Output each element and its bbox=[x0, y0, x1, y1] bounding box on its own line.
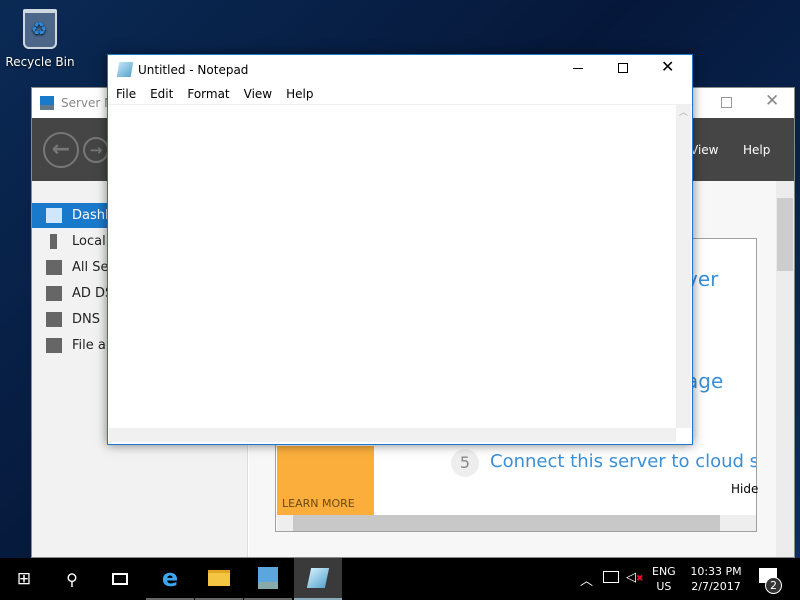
maximize-button[interactable] bbox=[618, 63, 628, 73]
volume-muted-icon[interactable]: ◁✖ bbox=[626, 570, 644, 585]
network-icon[interactable] bbox=[603, 571, 619, 583]
recycle-bin[interactable]: Recycle Bin bbox=[4, 6, 76, 69]
notepad-hscrollbar[interactable] bbox=[109, 428, 676, 442]
minimize-button[interactable] bbox=[573, 68, 583, 69]
clock[interactable]: 10:33 PM 2/7/2017 bbox=[688, 564, 744, 594]
menu-file[interactable]: File bbox=[116, 87, 136, 101]
server-icon bbox=[50, 234, 57, 249]
menu-edit[interactable]: Edit bbox=[150, 87, 173, 101]
menu-format[interactable]: Format bbox=[187, 87, 229, 101]
menu-view[interactable]: View bbox=[690, 143, 718, 157]
step-link-cloud[interactable]: Connect this server to cloud servic bbox=[490, 451, 756, 472]
search-button[interactable]: ⚲ bbox=[48, 558, 96, 600]
task-view-icon bbox=[112, 573, 128, 585]
menu-view[interactable]: View bbox=[244, 87, 272, 101]
taskbar-notepad[interactable] bbox=[294, 558, 342, 600]
start-button[interactable]: ⊞ bbox=[0, 558, 48, 600]
server-manager-icon bbox=[258, 567, 278, 589]
nav-label: File ar bbox=[72, 338, 112, 353]
vscroll-thumb[interactable] bbox=[777, 198, 793, 271]
dashboard-icon bbox=[46, 208, 62, 223]
time: 10:33 PM bbox=[690, 565, 742, 578]
notepad-icon bbox=[116, 62, 134, 77]
panel-hscrollbar[interactable] bbox=[277, 515, 756, 531]
dns-icon bbox=[46, 312, 62, 327]
task-view-button[interactable] bbox=[96, 558, 144, 600]
taskbar: ⊞ ⚲ e ︿ ◁✖ ENG US 10:33 PM 2/7/2017 2 bbox=[0, 558, 800, 600]
hscroll-thumb[interactable] bbox=[293, 515, 720, 531]
internet-explorer-icon: e bbox=[161, 564, 179, 592]
folder-icon bbox=[208, 570, 230, 586]
recycle-bin-icon bbox=[23, 9, 57, 49]
menu-help[interactable]: Help bbox=[743, 143, 770, 157]
server-manager-icon bbox=[40, 96, 54, 110]
taskbar-internet-explorer[interactable]: e bbox=[146, 558, 194, 600]
learn-more-tile[interactable]: LEARN MORE bbox=[277, 446, 374, 515]
notepad-titlebar[interactable]: Untitled - Notepad ✕ bbox=[108, 55, 692, 84]
back-button[interactable]: ← bbox=[43, 132, 79, 168]
notepad-text-area[interactable] bbox=[109, 105, 676, 428]
file-services-icon bbox=[46, 338, 62, 353]
lang-bottom: US bbox=[656, 580, 672, 593]
nav-label: All Se bbox=[72, 260, 109, 275]
menu-help[interactable]: Help bbox=[286, 87, 313, 101]
recycle-bin-label: Recycle Bin bbox=[5, 55, 75, 69]
windows-icon: ⊞ bbox=[16, 569, 32, 589]
notepad-menubar: File Edit Format View Help bbox=[116, 87, 327, 101]
search-icon: ⚲ bbox=[66, 569, 78, 589]
hide-link[interactable]: Hide bbox=[731, 482, 758, 496]
learn-more-link[interactable]: LEARN MORE bbox=[282, 497, 355, 510]
ad-ds-icon bbox=[46, 286, 62, 301]
scroll-up-icon[interactable]: ︿ bbox=[679, 108, 688, 118]
notification-badge: 2 bbox=[765, 577, 782, 594]
forward-button[interactable]: → bbox=[83, 137, 109, 163]
notepad-window[interactable]: Untitled - Notepad ✕ File Edit Format View H… bbox=[107, 54, 693, 445]
step-number: 5 bbox=[451, 449, 479, 477]
content-vscrollbar[interactable] bbox=[776, 181, 794, 557]
notepad-vscrollbar[interactable]: ︿ bbox=[676, 105, 691, 428]
close-button[interactable]: ✕ bbox=[661, 57, 674, 76]
maximize-button[interactable] bbox=[721, 97, 732, 108]
notepad-icon bbox=[306, 568, 330, 588]
lang-top: ENG bbox=[652, 565, 676, 578]
date: 2/7/2017 bbox=[691, 580, 741, 593]
servers-icon bbox=[46, 260, 62, 275]
taskbar-server-manager[interactable] bbox=[244, 558, 292, 600]
language-indicator[interactable]: ENG US bbox=[652, 564, 676, 594]
close-button[interactable]: ✕ bbox=[765, 91, 779, 111]
nav-label: Local bbox=[72, 234, 106, 249]
taskbar-file-explorer[interactable] bbox=[195, 558, 243, 600]
notepad-title: Untitled - Notepad bbox=[138, 63, 249, 77]
nav-label: DNS bbox=[72, 312, 100, 327]
show-hidden-icons[interactable]: ︿ bbox=[580, 570, 593, 589]
